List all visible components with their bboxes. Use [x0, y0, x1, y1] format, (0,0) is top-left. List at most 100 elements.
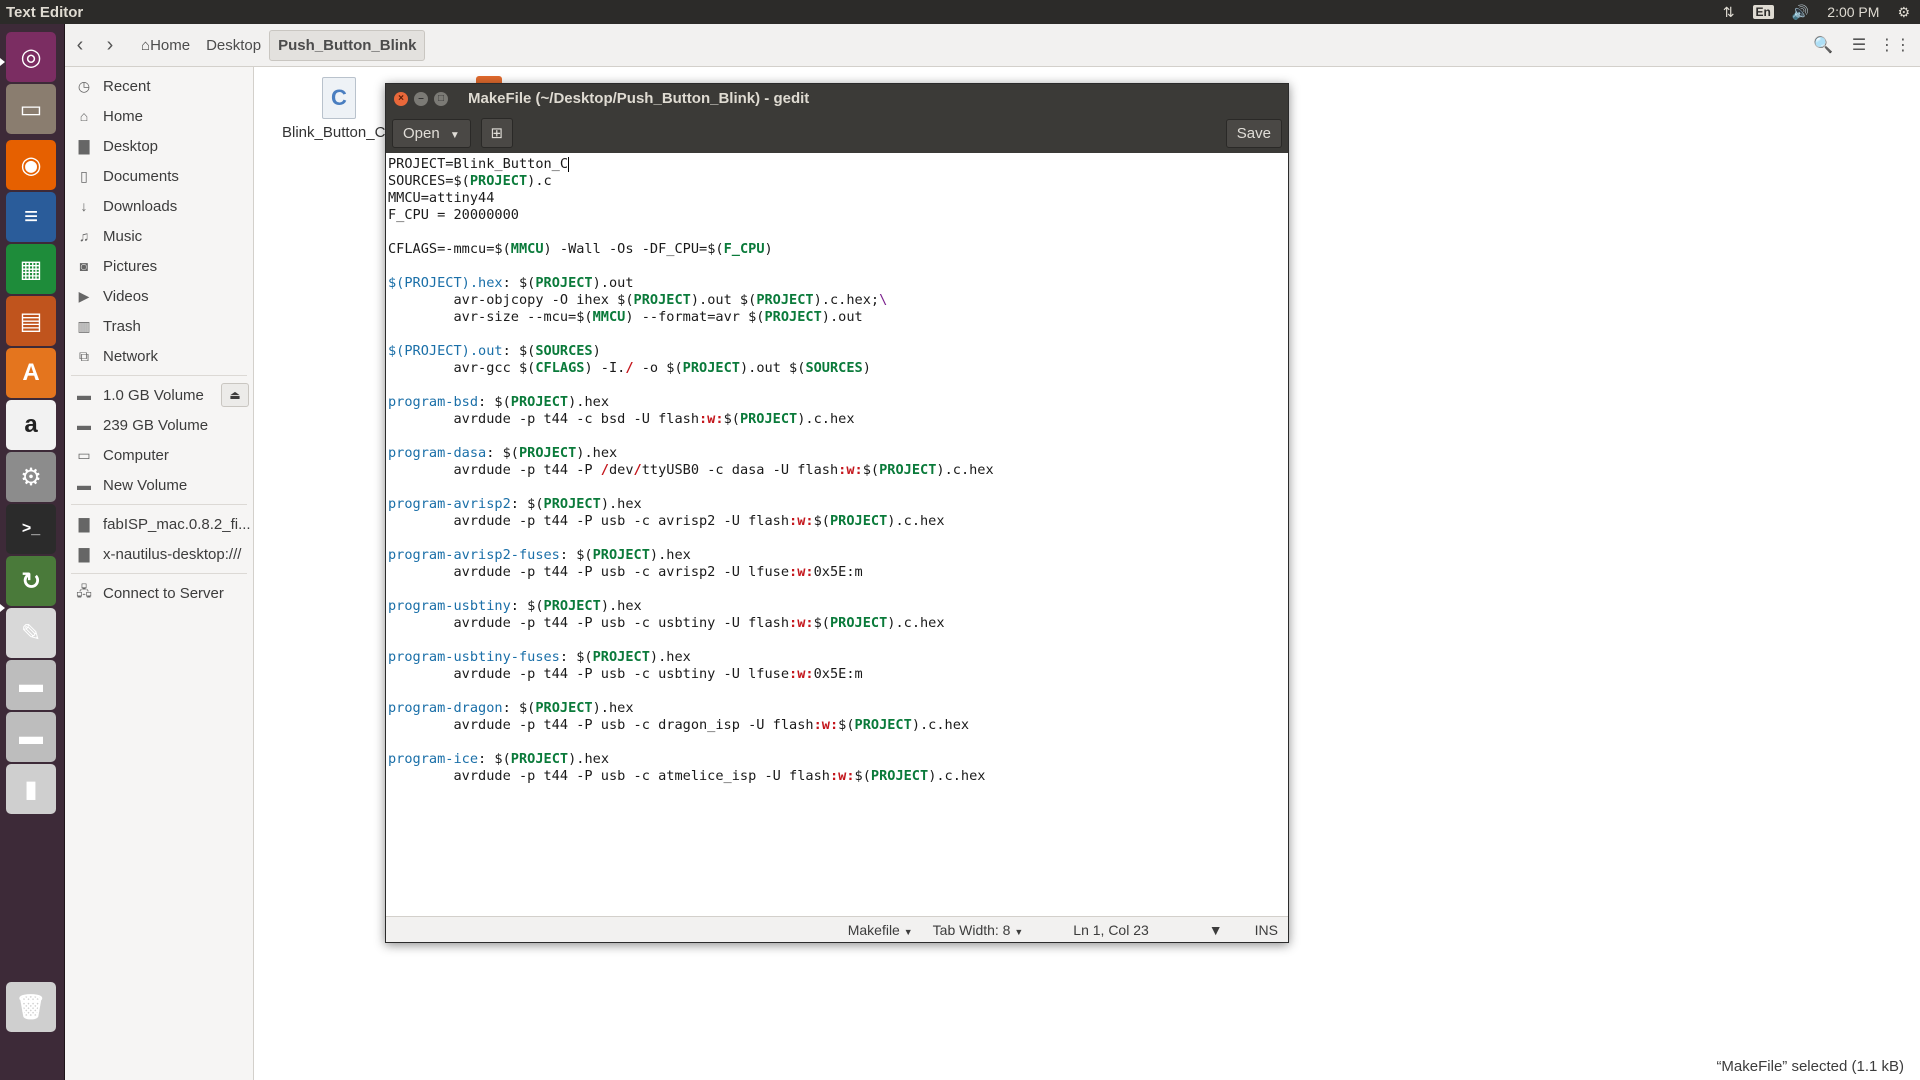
crumb-home[interactable]: ⌂Home [133, 31, 198, 60]
gedit-toolbar: Open ▼ ⊞ Save [386, 113, 1288, 153]
sidebar-item-new-volume[interactable]: ▬ New Volume [65, 470, 253, 500]
text-editor-area[interactable]: PROJECT=Blink_Button_C SOURCES=$(PROJECT)… [386, 154, 1288, 917]
sidebar-item-label: Desktop [103, 137, 159, 155]
sidebar-item-pictures[interactable]: ◙ Pictures [65, 251, 253, 281]
firefox-icon[interactable]: ◉ [6, 140, 56, 190]
server-icon: 🖧 [76, 583, 92, 599]
sidebar-item-downloads[interactable]: ↓ Downloads [65, 191, 253, 221]
open-button[interactable]: Open ▼ [392, 118, 471, 148]
sidebar-item-label: 239 GB Volume [103, 416, 209, 434]
gedit-titlebar[interactable]: × – □ MakeFile (~/Desktop/Push_Button_Bl… [386, 84, 1288, 113]
sidebar-item-recent[interactable]: ◷ Recent [65, 71, 253, 101]
back-button[interactable]: ‹ [65, 30, 95, 60]
maximize-icon[interactable]: □ [434, 91, 448, 106]
cursor-position[interactable]: Ln 1, Col 23 [1063, 922, 1159, 938]
video-icon: ▶ [78, 287, 90, 304]
usb-drive-icon[interactable]: ▮ [6, 764, 56, 814]
ubuntu-dash-icon[interactable]: ◎ [6, 32, 56, 82]
sidebar-item-music[interactable]: ♫ Music [65, 221, 253, 251]
sidebar-item-label: fabISP_mac.0.8.2_fi... [103, 515, 251, 533]
running-app-indicator [0, 58, 5, 66]
sidebar-item-label: 1.0 GB Volume [103, 386, 204, 404]
trash-icon[interactable]: 🗑 [6, 982, 56, 1032]
eject-icon[interactable]: ⏏ [221, 383, 249, 407]
tab-width-selector[interactable]: Tab Width: 8 ▼ [923, 922, 1034, 938]
gedit-statusbar: Makefile ▼ Tab Width: 8 ▼ Ln 1, Col 23 ▼… [386, 916, 1288, 942]
sidebar-item-1-0-gb-volume[interactable]: ▬ 1.0 GB Volume ⏏ [65, 380, 253, 410]
sidebar-item-videos[interactable]: ▶ Videos [65, 281, 253, 311]
code-line: avrdude -p t44 -P usb -c avrisp2 -U flas… [388, 513, 945, 529]
minimize-icon[interactable]: – [414, 91, 428, 106]
sidebar-item-239-gb-volume[interactable]: ▬ 239 GB Volume [65, 410, 253, 440]
crumb-desktop[interactable]: Desktop [198, 31, 269, 60]
code-line: $(PROJECT).out: $(SOURCES) [388, 343, 601, 359]
sidebar-item-network[interactable]: ⧉ Network [65, 341, 253, 371]
sidebar-item-x-nautilus-desktop[interactable]: ▇ x-nautilus-desktop:/// [65, 539, 253, 569]
file-label[interactable]: Blink_Button_C [282, 124, 402, 141]
places-list: ◷ Recent ⌂ Home ▇ Desktop ▯ Documents ↓ Downloads… [65, 67, 253, 371]
search-icon[interactable]: 🔍 [1810, 32, 1836, 58]
files-icon[interactable]: ▭ [6, 84, 56, 134]
folder-icon: ▇ [78, 137, 90, 154]
gedit-window-title: MakeFile (~/Desktop/Push_Button_Blink) -… [468, 90, 810, 107]
sidebar-item-desktop[interactable]: ▇ Desktop [65, 131, 253, 161]
new-tab-icon[interactable]: ⊞ [480, 118, 513, 148]
code-line: MMCU=attiny44 [388, 190, 495, 206]
computer-icon: ▭ [77, 446, 91, 463]
impress-icon[interactable]: ▤ [6, 296, 56, 346]
calc-icon[interactable]: ▦ [6, 244, 56, 294]
settings-gear-icon[interactable]: ⚙ [1897, 4, 1910, 21]
sidebar-item-trash[interactable]: ▥ Trash [65, 311, 253, 341]
language-selector[interactable]: Makefile ▼ [838, 922, 923, 938]
code-line: program-usbtiny: $(PROJECT).hex [388, 598, 642, 614]
sidebar-item-label: Documents [103, 167, 179, 185]
keyboard-language-indicator[interactable]: En [1752, 5, 1774, 19]
places-sidebar: ◷ Recent ⌂ Home ▇ Desktop ▯ Documents ↓ Downloads… [65, 67, 254, 1080]
close-icon[interactable]: × [394, 91, 408, 106]
sidebar-item-home[interactable]: ⌂ Home [65, 101, 253, 131]
chevron-down-icon[interactable]: ▼ [1199, 922, 1233, 938]
drive-icon: ▬ [77, 417, 91, 433]
code-content[interactable]: PROJECT=Blink_Button_C SOURCES=$(PROJECT)… [386, 154, 1288, 785]
breadcrumb: ⌂Home Desktop Push_Button_Blink [133, 29, 426, 61]
code-line: program-usbtiny-fuses: $(PROJECT).hex [388, 649, 691, 665]
code-line: program-dragon: $(PROJECT).hex [388, 700, 634, 716]
terminal-icon[interactable]: >_ [6, 504, 56, 554]
forward-button[interactable]: › [95, 30, 125, 60]
volume-icon[interactable]: 🔊 [1792, 4, 1809, 21]
writer-icon[interactable]: ≡ [6, 192, 56, 242]
list-view-icon[interactable]: ☰ [1846, 32, 1872, 58]
insert-mode: INS [1254, 921, 1278, 938]
sidebar-item-computer[interactable]: ▭ Computer [65, 440, 253, 470]
trash-icon: ▥ [77, 317, 91, 334]
c-source-file-icon[interactable]: C [322, 77, 356, 119]
software-updater-icon[interactable]: ↻ [6, 556, 56, 606]
grid-view-icon[interactable]: ⋮⋮ [1879, 32, 1911, 58]
music-icon: ♫ [78, 228, 90, 244]
chevron-down-icon: ▼ [903, 926, 913, 937]
unity-launcher: ◎ ▭ ◉ ≡ ▦ ▤ Aa ⚙ >_ ↻ ✎ ▬ ▬ ▮ 🗑 [0, 24, 65, 1080]
drive-icon[interactable]: ▬ [6, 660, 56, 710]
gedit-icon[interactable]: ✎ [6, 608, 56, 658]
sidebar-item-label: Videos [103, 287, 149, 305]
system-settings-icon[interactable]: ⚙ [6, 452, 56, 502]
sidebar-item-documents[interactable]: ▯ Documents [65, 161, 253, 191]
clock[interactable]: 2:00 PM [1827, 4, 1879, 20]
save-button[interactable]: Save [1225, 118, 1282, 148]
devices-list: ▬ 1.0 GB Volume ⏏ ▬ 239 GB Volume ▭ Computer ▬ N… [65, 380, 253, 500]
connect-to-server[interactable]: 🖧 Connect to Server [65, 578, 253, 608]
amazon-icon[interactable]: a [6, 400, 56, 450]
drive-2-icon[interactable]: ▬ [6, 712, 56, 762]
crumb-current-folder[interactable]: Push_Button_Blink [269, 29, 426, 61]
software-center-icon[interactable]: A [6, 348, 56, 398]
running-app-indicator [0, 604, 5, 612]
network-indicator-icon[interactable]: ⇅ [1723, 4, 1735, 21]
sidebar-item-label: Recent [103, 77, 151, 95]
code-line: program-ice: $(PROJECT).hex [388, 751, 609, 767]
sidebar-item-fabisp-mac-0-8-2-fi[interactable]: ▇ fabISP_mac.0.8.2_fi... [65, 509, 253, 539]
sidebar-item-label: New Volume [103, 476, 188, 494]
code-line: $(PROJECT).hex: $(PROJECT).out [388, 275, 634, 291]
